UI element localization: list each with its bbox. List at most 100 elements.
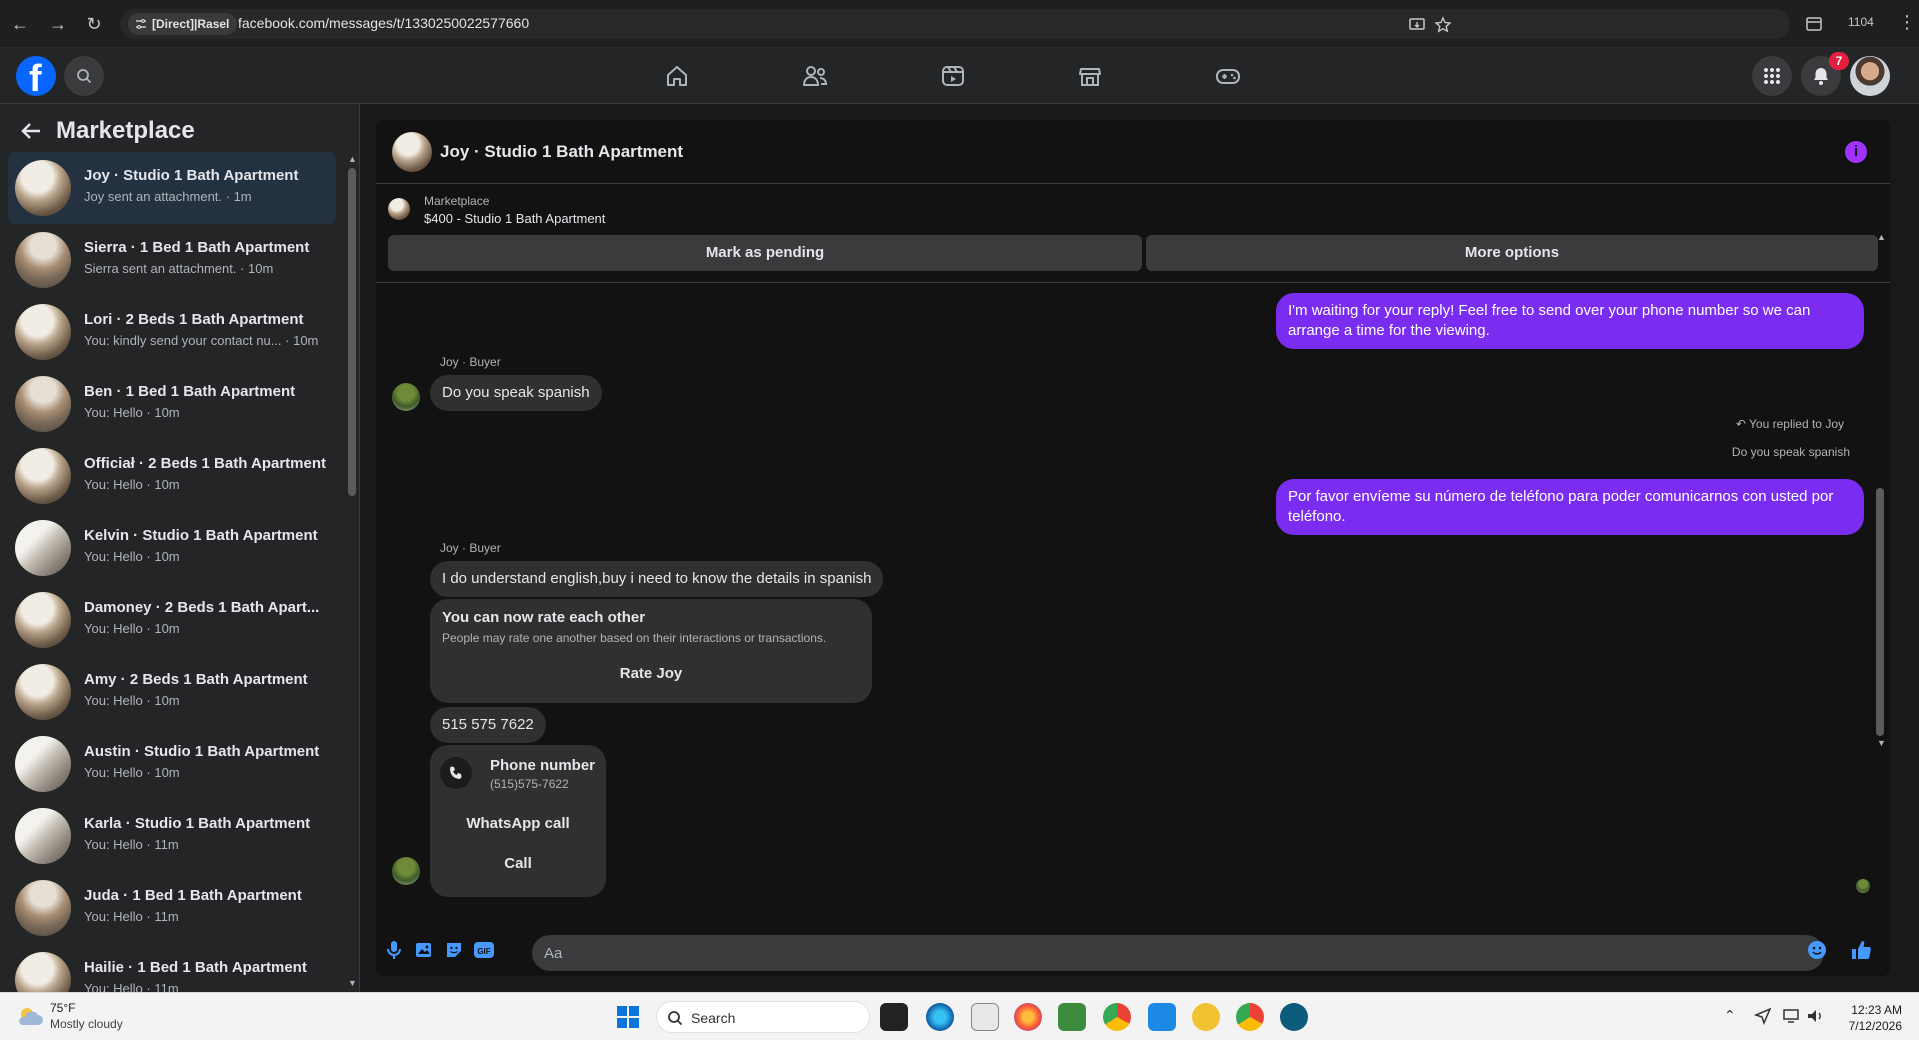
back-icon[interactable]: ←	[8, 12, 32, 36]
message-composer: GIF	[376, 928, 1890, 976]
listing-title[interactable]: $400 - Studio 1 Bath Apartment	[424, 211, 605, 226]
chat-panel: Joy · Studio 1 Bath Apartment i Marketpl…	[376, 120, 1890, 976]
conversation-item[interactable]: Karla · Studio 1 Bath Apartment You: Hel…	[8, 800, 336, 872]
weather-temperature[interactable]: 75°F	[50, 1001, 75, 1015]
weather-description[interactable]: Mostly cloudy	[50, 1017, 123, 1031]
message-input[interactable]	[532, 935, 1824, 971]
taskbar-search[interactable]: Search	[656, 1001, 870, 1033]
gaming-tab[interactable]	[1211, 60, 1245, 92]
outgoing-message[interactable]: Por favor envíeme su número de teléfono …	[1276, 479, 1864, 535]
friends-tab[interactable]	[798, 60, 832, 92]
conversation-item[interactable]: Kelvin · Studio 1 Bath Apartment You: He…	[8, 512, 336, 584]
clock-date[interactable]: 7/12/2026	[1840, 1019, 1902, 1033]
phone-card-number[interactable]: (515)575-7622	[490, 777, 569, 791]
listing-thumbnail	[15, 952, 71, 992]
outgoing-message[interactable]: I'm waiting for your reply! Feel free to…	[1276, 293, 1864, 349]
watch-tab[interactable]	[936, 60, 970, 92]
windows-start-icon[interactable]	[616, 1005, 640, 1029]
profile-counter[interactable]: 1104	[1848, 15, 1874, 29]
edge-browser-icon[interactable]	[926, 1003, 954, 1031]
app-x-icon[interactable]	[1192, 1003, 1220, 1031]
chat-title[interactable]: Joy · Studio 1 Bath Apartment	[440, 142, 683, 162]
address-bar[interactable]: [Direct]|Rasel facebook.com/messages/t/1…	[120, 9, 1790, 39]
listing-thumbnail	[15, 160, 71, 216]
conversation-name: Lori · 2 Beds 1 Bath Apartment	[84, 311, 304, 328]
conversation-item[interactable]: Amy · 2 Beds 1 Bath Apartment You: Hello…	[8, 656, 336, 728]
clock-time[interactable]: 12:23 AM	[1848, 1003, 1902, 1017]
back-arrow-icon[interactable]	[20, 120, 42, 142]
forward-icon[interactable]: →	[46, 12, 70, 36]
sidebar-scrollbar[interactable]	[348, 168, 356, 496]
phone-card-title: Phone number	[490, 757, 596, 774]
menu-button[interactable]	[1752, 56, 1792, 96]
conversation-item[interactable]: Lori · 2 Beds 1 Bath Apartment You: kind…	[8, 296, 336, 368]
firefox-icon[interactable]	[1014, 1003, 1042, 1031]
task-view-icon[interactable]	[880, 1003, 908, 1031]
message-scrollbar[interactable]	[1876, 488, 1884, 736]
gif-icon[interactable]: GIF	[472, 938, 496, 962]
tab-search-icon[interactable]	[1805, 15, 1823, 33]
account-avatar[interactable]	[1850, 56, 1890, 96]
bookmark-star-icon[interactable]	[1434, 16, 1452, 34]
reload-icon[interactable]: ↻	[82, 12, 106, 36]
facebook-logo[interactable]: f	[16, 56, 56, 100]
microphone-icon[interactable]	[382, 938, 406, 962]
conversation-item[interactable]: Austin · Studio 1 Bath Apartment You: He…	[8, 728, 336, 800]
windows-taskbar: 75°F Mostly cloudy Search ⌃ 12:23 AM 7/1…	[0, 992, 1919, 1040]
volume-icon[interactable]	[1806, 1007, 1824, 1025]
incoming-message[interactable]: I do understand english,buy i need to kn…	[430, 561, 884, 597]
scroll-down-arrow[interactable]: ▼	[1877, 738, 1886, 748]
photo-icon[interactable]	[412, 938, 436, 962]
like-icon[interactable]	[1849, 938, 1873, 962]
home-tab[interactable]	[660, 60, 694, 92]
chat-avatar[interactable]	[392, 132, 432, 172]
whatsapp-call-button[interactable]: WhatsApp call	[430, 815, 606, 832]
incoming-message[interactable]: 515 575 7622	[430, 707, 546, 743]
notepad-icon[interactable]	[1058, 1003, 1086, 1031]
chevron-up-icon[interactable]: ⌃	[1724, 1007, 1736, 1024]
site-info-chip[interactable]: [Direct]|Rasel	[128, 13, 238, 35]
conversation-item[interactable]: Damoney · 2 Beds 1 Bath Apart... You: He…	[8, 584, 336, 656]
weather-cloud-icon[interactable]	[16, 1005, 44, 1027]
chrome-profile-icon[interactable]	[1236, 1003, 1264, 1031]
bell-icon	[1814, 68, 1828, 85]
sender-avatar[interactable]	[392, 383, 420, 411]
sender-avatar[interactable]	[392, 857, 420, 885]
sticker-icon[interactable]	[442, 938, 466, 962]
search-button[interactable]	[64, 56, 104, 96]
install-app-icon[interactable]	[1408, 16, 1426, 34]
conversation-item[interactable]: Officiał · 2 Beds 1 Bath Apartment You: …	[8, 440, 336, 512]
phone-icon	[440, 757, 472, 789]
listing-thumbnail[interactable]	[388, 198, 410, 220]
scroll-up-arrow[interactable]: ▲	[1877, 232, 1886, 242]
listing-thumbnail	[15, 880, 71, 936]
browser-toolbar: ← → ↻ [Direct]|Rasel facebook.com/messag…	[0, 0, 1919, 48]
chrome-icon[interactable]	[1103, 1003, 1131, 1031]
conversation-item[interactable]: Joy · Studio 1 Bath Apartment Joy sent a…	[8, 152, 336, 224]
conversation-item[interactable]: Sierra · 1 Bed 1 Bath Apartment Sierra s…	[8, 224, 336, 296]
more-vert-icon[interactable]: ⋮	[1898, 12, 1916, 33]
reply-quote[interactable]: Do you speak spanish	[1510, 445, 1850, 459]
snipping-tool-icon[interactable]	[971, 1003, 999, 1031]
app-s-icon[interactable]	[1148, 1003, 1176, 1031]
reply-indicator: ↶ You replied to Joy	[1735, 417, 1844, 431]
network-icon[interactable]	[1782, 1007, 1800, 1025]
mark-as-pending-button[interactable]: Mark as pending	[388, 235, 1142, 271]
url-text[interactable]: facebook.com/messages/t/1330250022577660	[238, 15, 529, 31]
message-thread: I'm waiting for your reply! Feel free to…	[376, 282, 1890, 914]
scroll-down-arrow[interactable]: ▼	[348, 978, 357, 988]
conversation-item[interactable]: Ben · 1 Bed 1 Bath Apartment You: Hello …	[8, 368, 336, 440]
conversation-item[interactable]: Hailie · 1 Bed 1 Bath Apartment You: Hel…	[8, 944, 336, 992]
marketplace-tab[interactable]	[1073, 60, 1107, 92]
location-icon[interactable]	[1754, 1007, 1772, 1025]
scroll-up-arrow[interactable]: ▲	[348, 154, 357, 164]
info-icon[interactable]: i	[1845, 141, 1867, 163]
emoji-icon[interactable]	[1805, 938, 1829, 962]
more-options-button[interactable]: More options	[1146, 235, 1878, 271]
conversation-preview: Joy sent an attachment. · 1m	[84, 189, 252, 204]
conversation-item[interactable]: Juda · 1 Bed 1 Bath Apartment You: Hello…	[8, 872, 336, 944]
rate-joy-button[interactable]: Rate Joy	[430, 665, 872, 682]
call-button[interactable]: Call	[430, 855, 606, 872]
incoming-message[interactable]: Do you speak spanish	[430, 375, 602, 411]
app-meter-icon[interactable]	[1280, 1003, 1308, 1031]
